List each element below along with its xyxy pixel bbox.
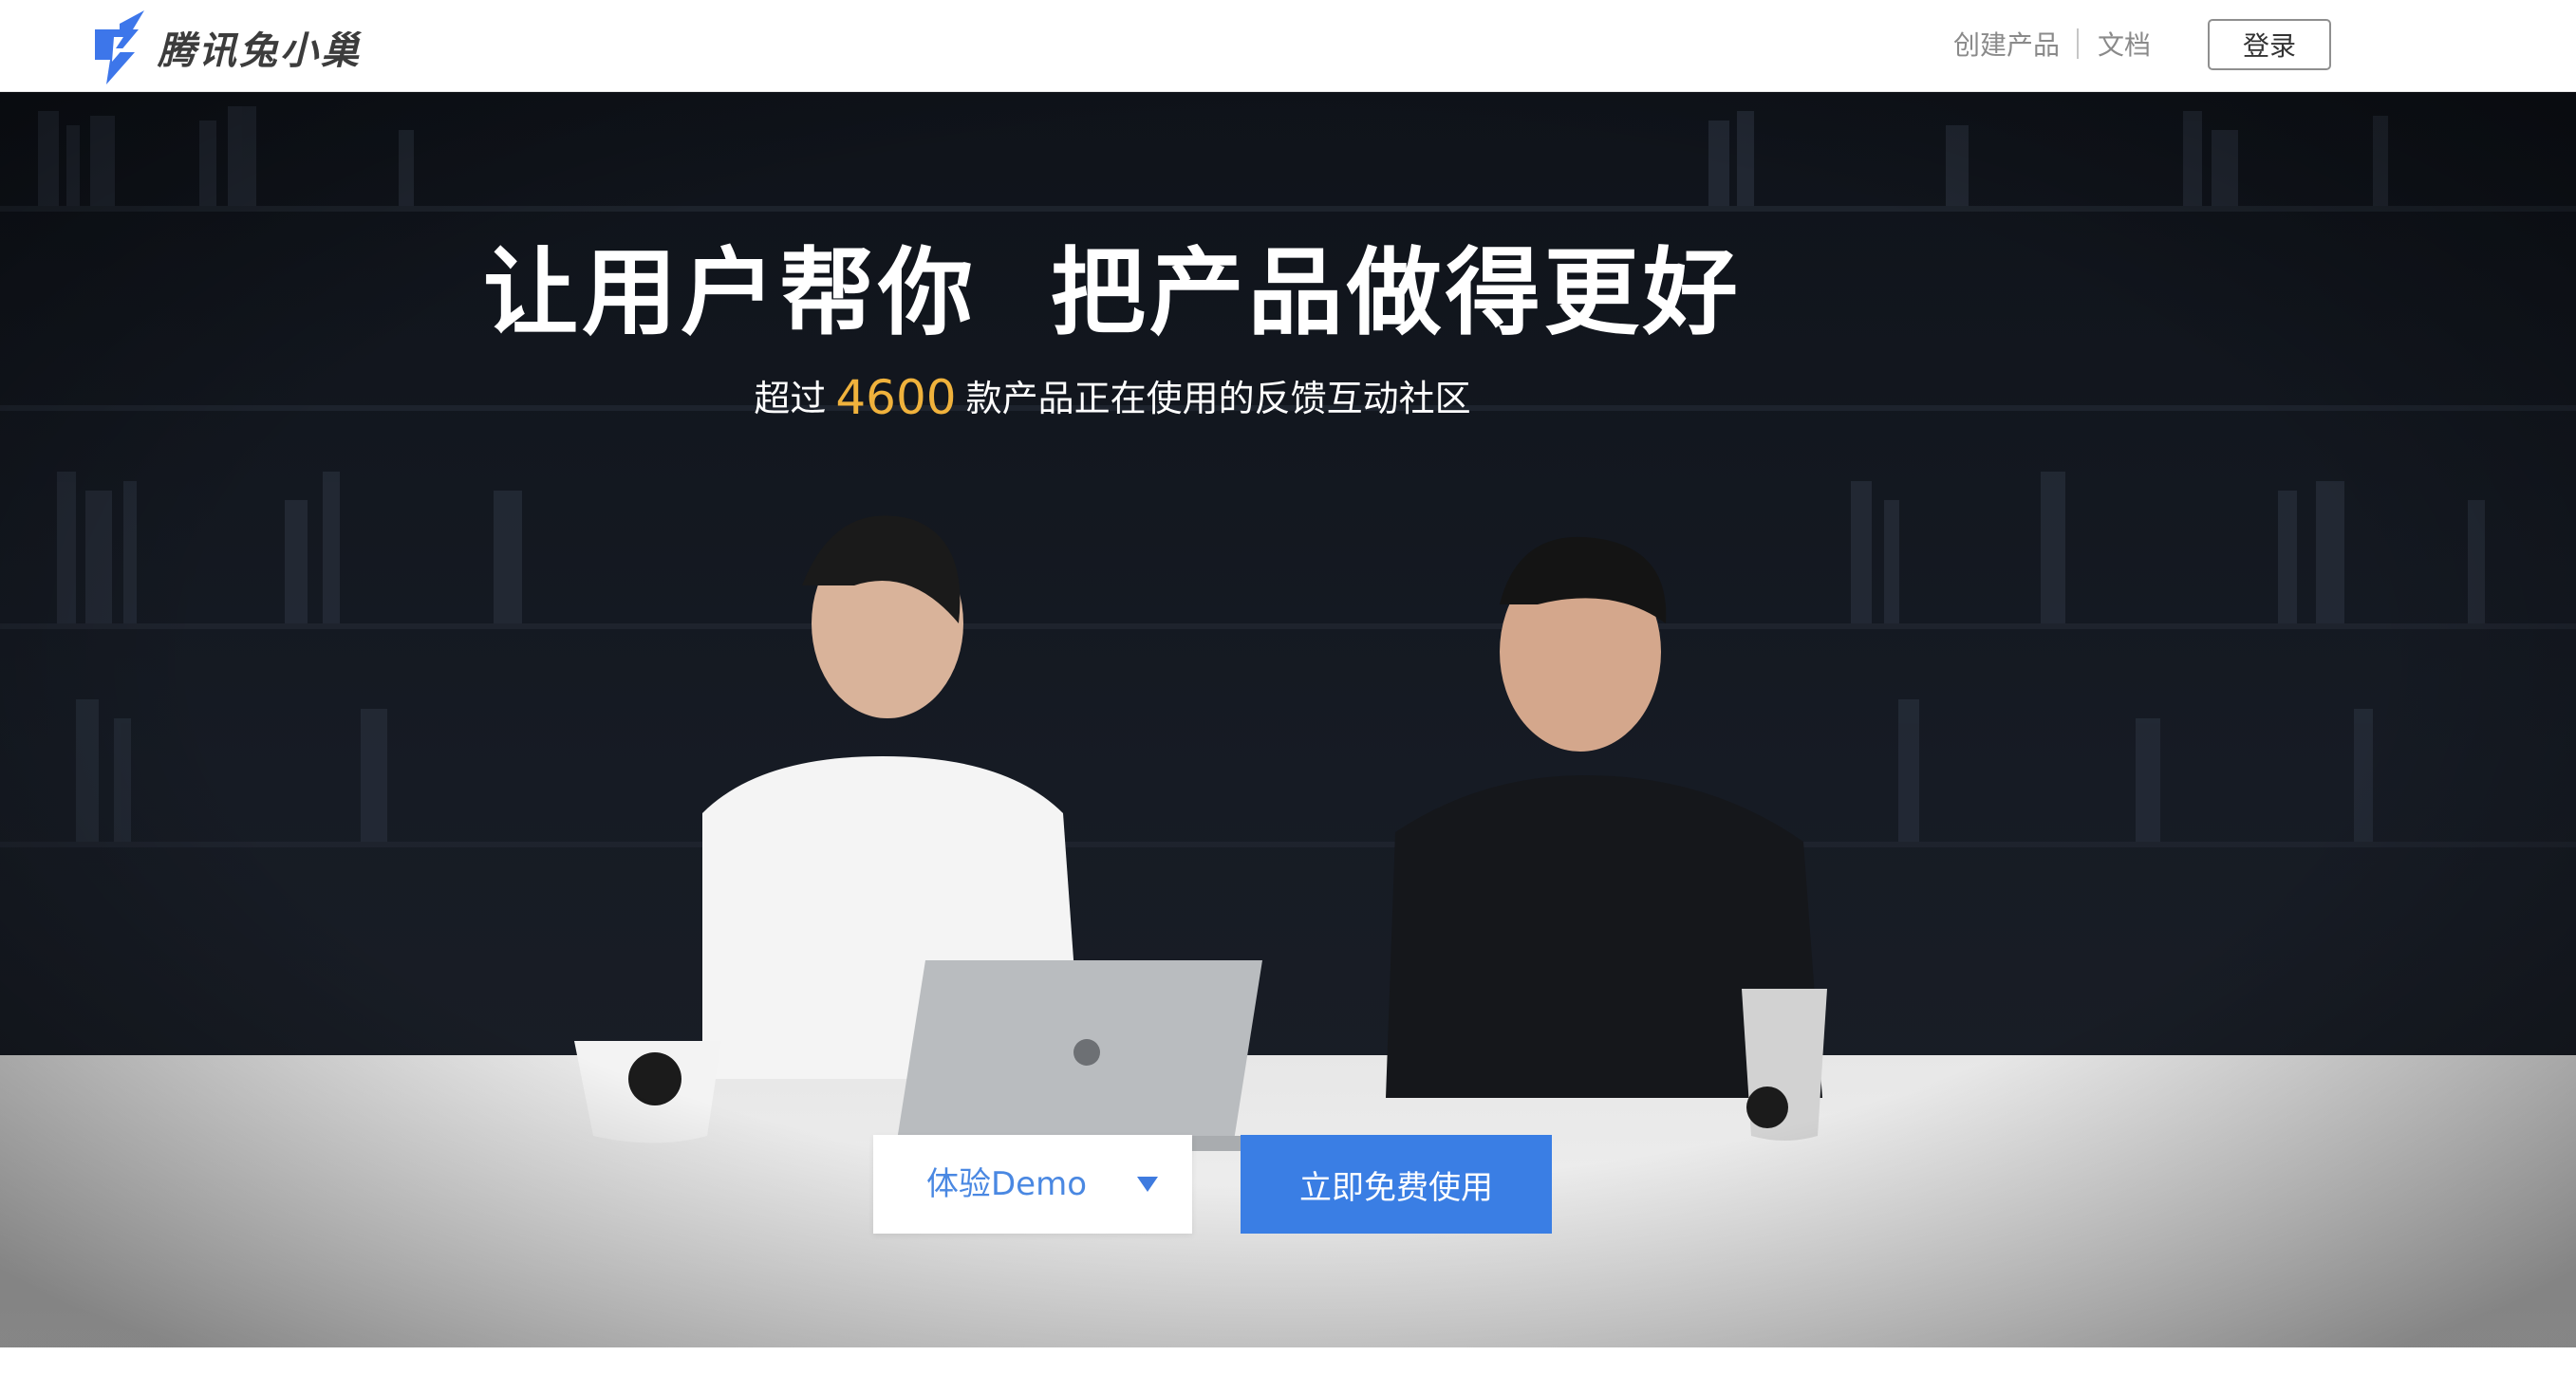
free-trial-button[interactable]: 立即免费使用 — [1241, 1135, 1552, 1234]
product-count: 4600 — [835, 370, 957, 425]
demo-dropdown[interactable]: 体验Demo — [873, 1135, 1192, 1234]
hero-subtitle-prefix: 超过 — [754, 378, 827, 419]
login-button[interactable]: 登录 — [2208, 19, 2331, 70]
top-nav: 创建产品 文档 登录 — [0, 0, 2576, 91]
top-header: 腾讯兔小巢 创建产品 文档 登录 — [0, 0, 2576, 92]
hero-subtitle: 超过 4600 款产品正在使用的反馈互动社区 — [0, 369, 2225, 425]
hero-subtitle-suffix: 款产品正在使用的反馈互动社区 — [965, 378, 1471, 419]
nav-create-product-link[interactable]: 创建产品 — [1953, 27, 2060, 65]
nav-divider — [2077, 28, 2079, 59]
nav-docs-link[interactable]: 文档 — [2098, 27, 2151, 65]
hero-title: 让用户帮你 把产品做得更好 — [483, 237, 1742, 348]
caret-down-icon — [1137, 1177, 1158, 1192]
page-bottom — [0, 1347, 2576, 1393]
demo-dropdown-label: 体验Demo — [926, 1165, 1088, 1203]
